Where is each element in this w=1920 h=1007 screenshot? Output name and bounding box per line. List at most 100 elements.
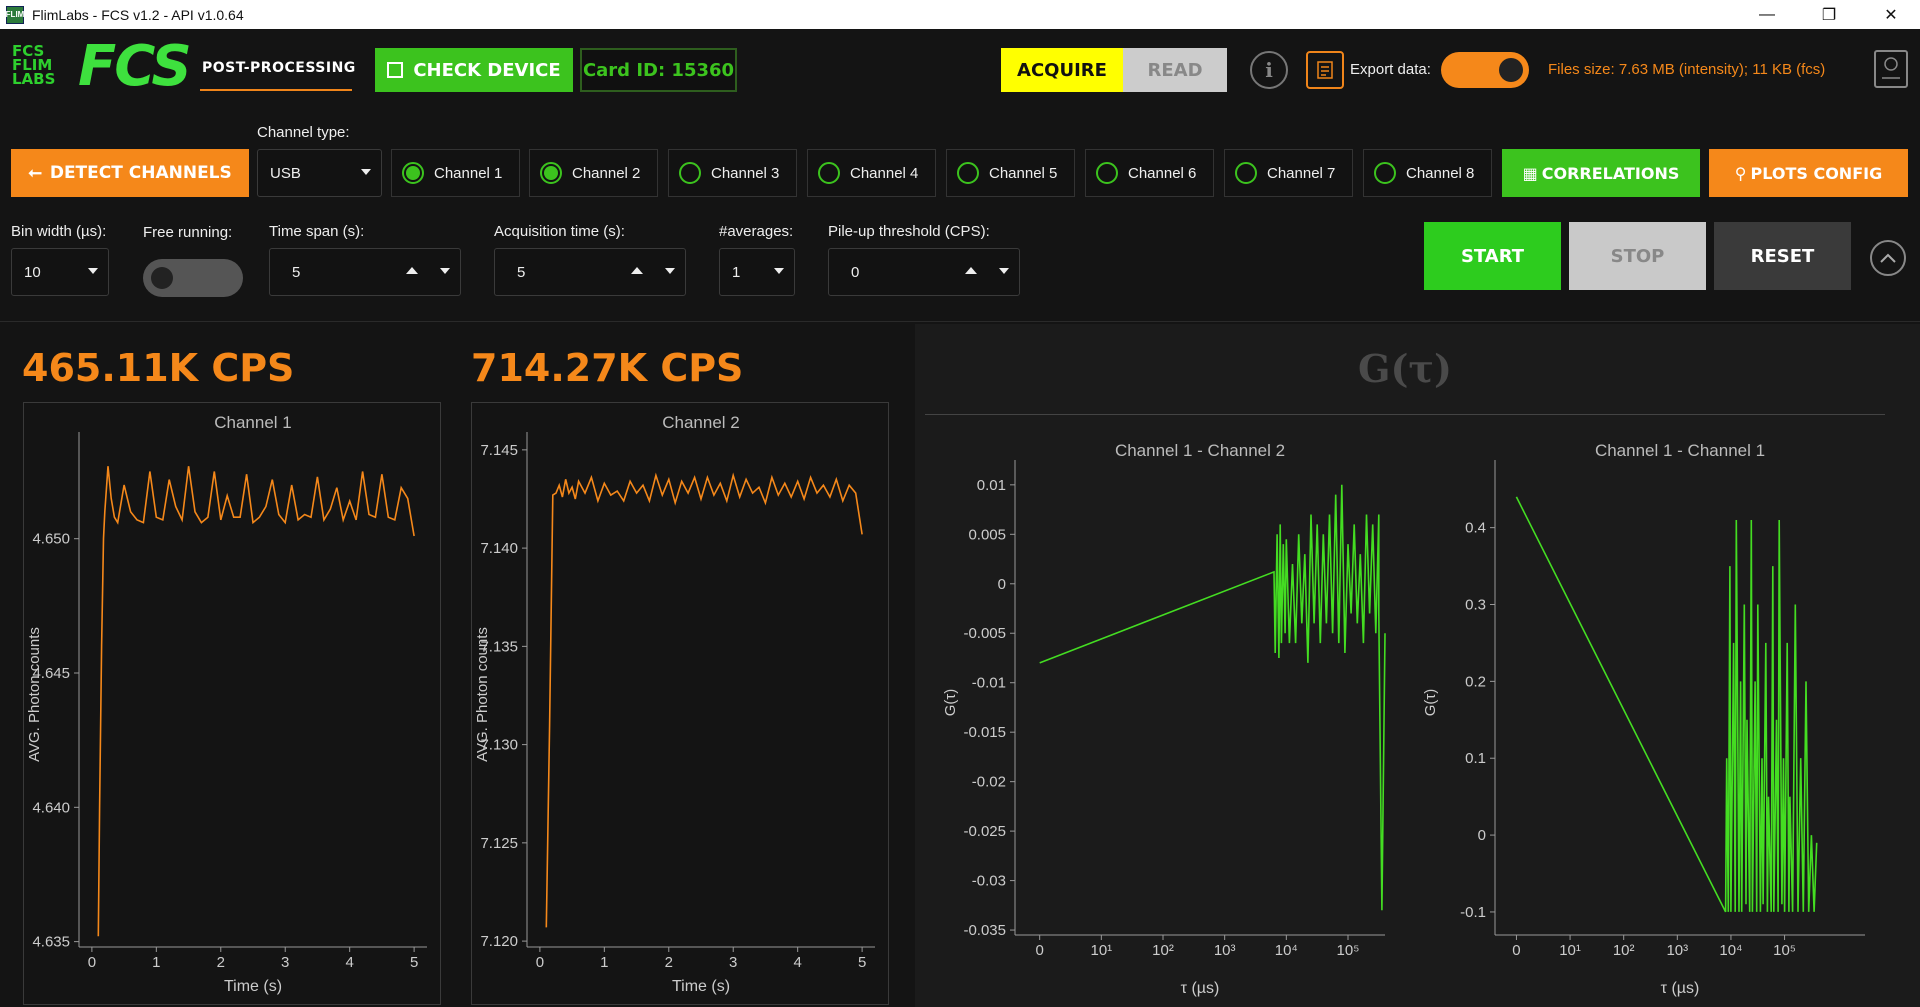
info-icon[interactable]: i [1250, 51, 1288, 89]
time-span-label: Time span (s): [269, 223, 365, 240]
x-tick-label: 10⁵ [1773, 942, 1796, 959]
radio-icon [1374, 162, 1396, 184]
fcs-logo: FCS [78, 34, 192, 99]
x-tick-label: 2 [665, 954, 673, 971]
time-span-value: 5 [292, 263, 301, 281]
start-button[interactable]: START [1424, 222, 1561, 290]
close-button[interactable]: ✕ [1864, 0, 1918, 29]
arrow-up-icon[interactable] [631, 267, 643, 274]
pileup-threshold-value: 0 [851, 263, 860, 281]
y-tick-label: -0.03 [972, 873, 1006, 890]
radio-icon [1096, 162, 1118, 184]
averages-value: 1 [732, 263, 741, 281]
channel-5-radio[interactable]: Channel 5 [946, 149, 1075, 197]
book-icon[interactable] [1874, 50, 1908, 88]
tab-post-processing[interactable]: POST-PROCESSING [202, 60, 356, 76]
channel-type-label: Channel type: [257, 124, 350, 141]
correlation-title: G(τ) [1358, 346, 1452, 391]
channel-1-cps: 465.11K CPS [22, 346, 295, 390]
x-tick-label: 0 [1035, 942, 1043, 959]
window-title: FlimLabs - FCS v1.2 - API v1.0.64 [32, 6, 244, 23]
toggle-knob [151, 267, 173, 289]
series-line [1039, 484, 1386, 911]
y-tick-label: -0.015 [963, 724, 1006, 741]
x-axis-label: τ (µs) [1661, 980, 1700, 997]
y-tick-label: 7.120 [480, 933, 518, 950]
minimize-button[interactable]: — [1740, 0, 1794, 29]
files-size-text: Files size: 7.63 MB (intensity); 11 KB (… [1548, 61, 1826, 78]
correlation-divider [925, 414, 1885, 415]
reset-button[interactable]: RESET [1714, 222, 1851, 290]
window-titlebar: FLIM FlimLabs - FCS v1.2 - API v1.0.64 [0, 0, 1920, 29]
detect-channels-button[interactable]: ⭠ DETECT CHANNELS [11, 149, 249, 197]
export-data-label: Export data: [1350, 61, 1431, 78]
arrow-up-icon[interactable] [406, 267, 418, 274]
radio-icon [679, 162, 701, 184]
bin-width-select[interactable]: 10 [11, 248, 109, 296]
notes-icon[interactable] [1306, 51, 1344, 89]
y-tick-label: 0.01 [977, 477, 1006, 494]
plots-config-button[interactable]: ⚲ PLOTS CONFIG [1709, 149, 1908, 197]
channel-type-value: USB [270, 164, 301, 182]
radio-icon [957, 162, 979, 184]
x-tick-label: 3 [729, 954, 737, 971]
series-line [97, 466, 415, 937]
channel-3-radio[interactable]: Channel 3 [668, 149, 797, 197]
x-tick-label: 0 [88, 954, 96, 971]
search-icon: ⚲ [1734, 163, 1747, 183]
time-span-spinbox[interactable]: 5 [269, 248, 461, 296]
channel-1-intensity-chart: Channel 10 1 2 3 4 54.6354.6404.6454.650Time … [23, 402, 441, 1005]
ch1-ch1-correlation-chart: Channel 1 - Channel 1 0 10¹ 10² 10³ 10⁴ 10⁵ 0.4… [1422, 441, 1865, 997]
acquisition-time-spinbox[interactable]: 5 [494, 248, 686, 296]
chevron-down-icon[interactable] [440, 268, 450, 274]
x-tick-label: 10⁴ [1719, 942, 1742, 959]
channel-4-label: Channel 4 [850, 164, 919, 182]
chevron-down-icon [774, 268, 784, 274]
maximize-button[interactable]: ❐ [1802, 0, 1856, 29]
channel-2-intensity-chart: Channel 20 1 2 3 4 57.1207.1257.1307.1357.140… [471, 402, 889, 1005]
read-button[interactable]: READ [1123, 48, 1227, 92]
export-data-toggle[interactable] [1441, 52, 1529, 88]
x-tick-label: 10² [1613, 942, 1635, 959]
y-tick-label: -0.035 [963, 922, 1006, 939]
y-tick-label: 0 [1478, 827, 1486, 844]
bin-width-value: 10 [24, 263, 41, 281]
chevron-down-icon[interactable] [665, 268, 675, 274]
channel-8-radio[interactable]: Channel 8 [1363, 149, 1492, 197]
acquire-button[interactable]: ACQUIRE [1001, 48, 1123, 92]
collapse-icon[interactable] [1870, 240, 1906, 276]
x-tick-label: 10³ [1666, 942, 1688, 959]
channel-1-radio[interactable]: Channel 1 [391, 149, 520, 197]
chart-frame [471, 402, 889, 1005]
channel-7-radio[interactable]: Channel 7 [1224, 149, 1353, 197]
channel-2-radio[interactable]: Channel 2 [529, 149, 658, 197]
channel-4-radio[interactable]: Channel 4 [807, 149, 936, 197]
free-running-toggle[interactable] [143, 259, 243, 297]
check-device-button[interactable]: CHECK DEVICE [375, 48, 573, 92]
y-tick-label: 0.2 [1465, 673, 1486, 690]
y-axis-label: AVG. Photon counts [474, 627, 491, 762]
channel-6-radio[interactable]: Channel 6 [1085, 149, 1214, 197]
channel-type-select[interactable]: USB [257, 149, 382, 197]
x-tick-label: 0 [536, 954, 544, 971]
y-tick-label: 4.640 [32, 799, 70, 816]
pileup-threshold-spinbox[interactable]: 0 [828, 248, 1020, 296]
channel-1-label: Channel 1 [434, 164, 503, 182]
y-tick-label: -0.1 [1460, 904, 1486, 921]
acquisition-time-value: 5 [517, 263, 526, 281]
x-tick-label: 10² [1152, 942, 1174, 959]
plots-config-label: PLOTS CONFIG [1750, 163, 1883, 183]
arrow-up-icon[interactable] [965, 267, 977, 274]
y-tick-label: 4.650 [32, 531, 70, 548]
correlations-label: CORRELATIONS [1541, 163, 1680, 183]
y-axis-label: G(τ) [1422, 689, 1439, 717]
app-icon: FLIM [6, 5, 24, 24]
x-axis-label: Time (s) [672, 978, 730, 995]
detect-channels-label: DETECT CHANNELS [49, 163, 232, 183]
x-tick-label: 4 [345, 954, 353, 971]
stop-button[interactable]: STOP [1569, 222, 1706, 290]
chevron-down-icon[interactable] [999, 268, 1009, 274]
averages-select[interactable]: 1 [719, 248, 795, 296]
x-tick-label: 10¹ [1559, 942, 1581, 959]
correlations-button[interactable]: ▦ CORRELATIONS [1502, 149, 1700, 197]
